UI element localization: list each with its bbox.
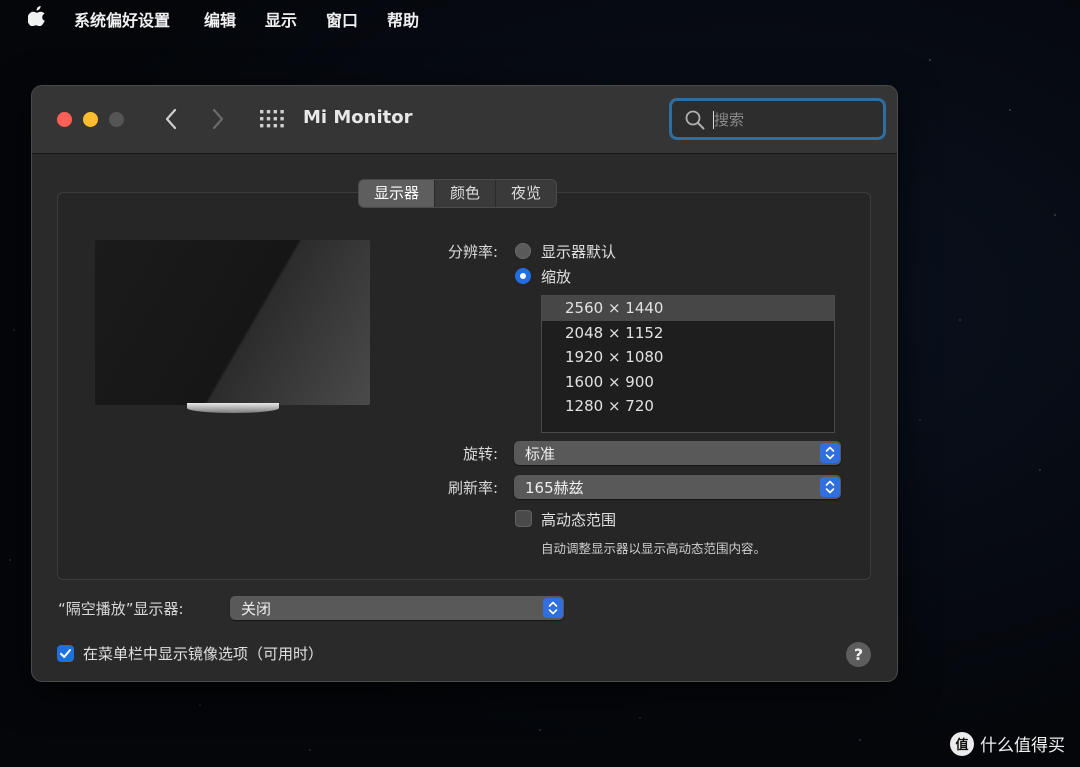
title-bar: Mi Monitor — [32, 86, 897, 154]
updown-chevron-icon — [820, 443, 840, 463]
rotation-label: 旋转: — [462, 445, 498, 463]
search-icon — [685, 110, 705, 130]
help-button[interactable]: ? — [846, 642, 871, 667]
hdr-checkbox[interactable] — [515, 510, 532, 527]
close-button[interactable] — [57, 112, 72, 127]
updown-chevron-icon — [543, 598, 563, 618]
menu-window[interactable]: 窗口 — [326, 7, 358, 31]
resolution-label: 分辨率: — [447, 243, 498, 261]
radio-default[interactable] — [515, 243, 531, 259]
chevron-left-icon[interactable] — [160, 106, 182, 132]
menu-edit[interactable]: 编辑 — [204, 7, 236, 31]
monitor-stand-image — [187, 403, 279, 413]
menu-bar: 系统偏好设置 编辑 显示 窗口 帮助 — [0, 0, 1080, 34]
mirror-checkbox[interactable] — [57, 645, 74, 662]
preferences-window: Mi Monitor 显示器 颜色 夜览 分辨率: 显示器默认 缩放 2560 … — [31, 85, 898, 682]
search-input[interactable] — [712, 107, 876, 133]
tab-color[interactable]: 颜色 — [435, 180, 497, 207]
refresh-rate-popup[interactable]: 165赫兹 — [514, 475, 841, 499]
watermark: 值 什么值得买 — [950, 731, 1065, 756]
radio-scaled[interactable] — [515, 268, 531, 284]
mirror-option-label[interactable]: 在菜单栏中显示镜像选项（可用时） — [83, 643, 323, 664]
chevron-right-icon — [212, 108, 224, 130]
rotation-value: 标准 — [525, 445, 556, 463]
resolution-item[interactable]: 2560 × 1440 — [542, 296, 834, 321]
hdr-label[interactable]: 高动态范围 — [541, 509, 616, 530]
hdr-note: 自动调整显示器以显示高动态范围内容。 — [541, 541, 767, 556]
resolution-item[interactable]: 1600 × 900 — [542, 370, 834, 395]
refresh-rate-label: 刷新率: — [447, 479, 498, 497]
search-field[interactable] — [669, 98, 886, 140]
watermark-logo-glyph: 值 — [955, 738, 969, 753]
tab-display[interactable]: 显示器 — [359, 180, 436, 207]
refresh-rate-value: 165赫兹 — [525, 479, 584, 497]
radio-default-label[interactable]: 显示器默认 — [541, 241, 616, 262]
monitor-preview — [95, 240, 370, 413]
menu-view[interactable]: 显示 — [265, 7, 297, 31]
smzdm-logo-icon: 值 — [950, 731, 974, 756]
airplay-value: 关闭 — [241, 600, 272, 618]
zoom-button — [109, 112, 124, 127]
rotation-popup[interactable]: 标准 — [514, 441, 841, 465]
menu-help[interactable]: 帮助 — [387, 7, 419, 31]
apple-icon[interactable] — [28, 6, 46, 26]
radio-scaled-label[interactable]: 缩放 — [541, 266, 571, 287]
resolution-item[interactable]: 2048 × 1152 — [542, 321, 834, 346]
resolution-list[interactable]: 2560 × 1440 2048 × 1152 1920 × 1080 1600… — [541, 295, 835, 433]
tab-bar: 显示器 颜色 夜览 — [358, 179, 558, 208]
resolution-item[interactable]: 1280 × 720 — [542, 394, 834, 419]
updown-chevron-icon — [820, 477, 840, 497]
airplay-popup[interactable]: 关闭 — [230, 596, 564, 620]
window-title: Mi Monitor — [303, 107, 413, 128]
show-all-grid-icon[interactable] — [260, 110, 284, 128]
minimize-button[interactable] — [83, 112, 98, 127]
airplay-label: “隔空播放”显示器: — [58, 600, 184, 618]
monitor-screen-image — [95, 240, 370, 405]
resolution-item[interactable]: 1920 × 1080 — [542, 345, 834, 370]
menu-system-preferences[interactable]: 系统偏好设置 — [74, 7, 170, 31]
watermark-text: 什么值得买 — [980, 736, 1065, 756]
tab-night-shift[interactable]: 夜览 — [496, 180, 556, 207]
